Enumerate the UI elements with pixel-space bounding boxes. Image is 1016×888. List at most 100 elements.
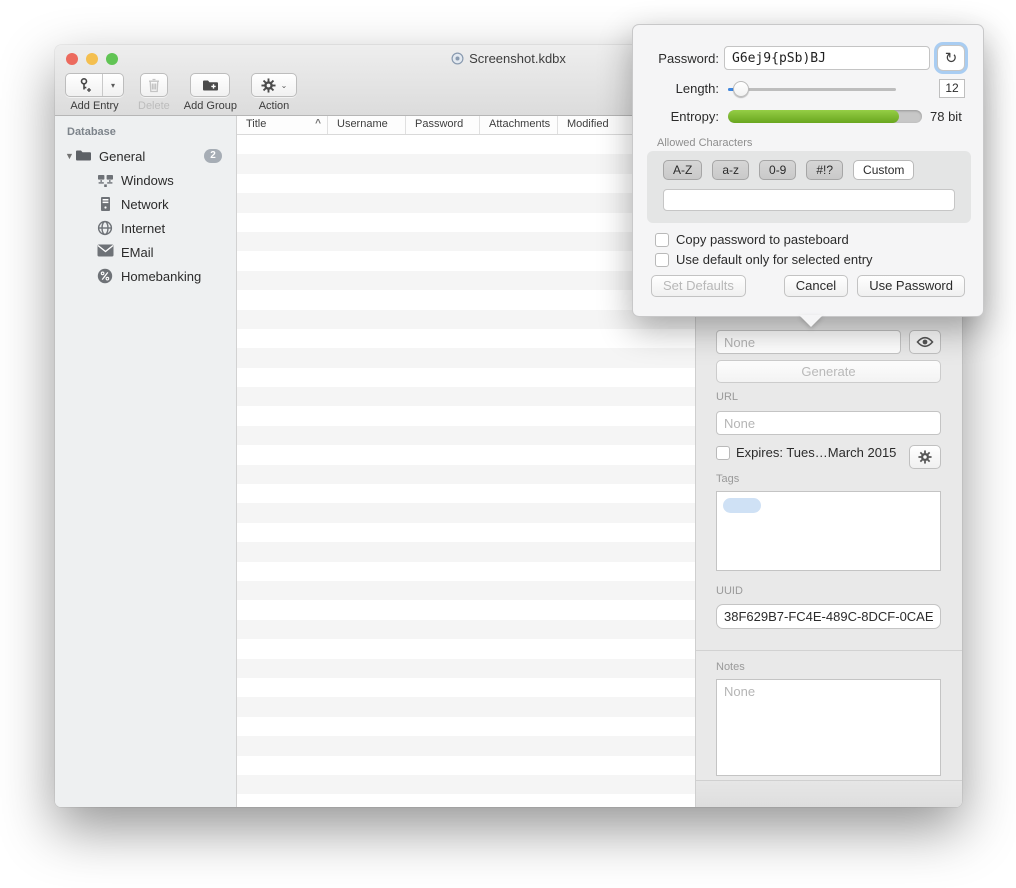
notes-field[interactable] — [716, 679, 941, 776]
table-row[interactable] — [237, 290, 695, 309]
table-row[interactable] — [237, 600, 695, 619]
sort-ascending-icon: ^ — [315, 118, 321, 129]
table-row[interactable] — [237, 484, 695, 503]
tag-token[interactable] — [723, 498, 761, 513]
sidebar-item-homebanking[interactable]: Homebanking — [55, 264, 236, 288]
windows-icon — [97, 172, 114, 189]
table-row[interactable] — [237, 775, 695, 794]
add-group-button[interactable] — [190, 73, 230, 97]
table-row[interactable] — [237, 154, 695, 173]
generate-button[interactable]: Generate — [716, 360, 941, 383]
copy-password-label: Copy password to pasteboard — [676, 232, 849, 247]
table-row[interactable] — [237, 348, 695, 367]
table-row[interactable] — [237, 523, 695, 542]
generated-password-field[interactable] — [724, 46, 930, 70]
add-entry-dropdown[interactable]: ▾ — [102, 74, 123, 96]
table-row[interactable] — [237, 387, 695, 406]
expires-settings-button[interactable] — [909, 445, 941, 469]
cancel-button[interactable]: Cancel — [784, 275, 848, 297]
regenerate-password-button[interactable]: ↻ — [937, 45, 965, 71]
table-row[interactable] — [237, 794, 695, 807]
use-default-checkbox[interactable] — [655, 253, 669, 267]
charset-symbols-button[interactable]: #!? — [806, 160, 843, 180]
sidebar-item-network[interactable]: Network — [55, 192, 236, 216]
length-slider[interactable] — [728, 81, 896, 97]
url-section-label: URL — [716, 391, 738, 403]
table-row[interactable] — [237, 406, 695, 425]
table-row[interactable] — [237, 329, 695, 348]
copy-password-checkbox[interactable] — [655, 233, 669, 247]
delete-button[interactable] — [140, 73, 168, 97]
uuid-field[interactable] — [716, 604, 941, 629]
table-row[interactable] — [237, 193, 695, 212]
table-row[interactable] — [237, 562, 695, 581]
action-button[interactable]: ⌄ — [251, 73, 297, 97]
add-group-label: Add Group — [184, 100, 237, 112]
table-row[interactable] — [237, 678, 695, 697]
eye-icon — [916, 336, 934, 348]
sidebar-header: Database — [55, 122, 236, 144]
tags-field[interactable] — [716, 491, 941, 571]
use-password-button[interactable]: Use Password — [857, 275, 965, 297]
delete-label: Delete — [138, 100, 170, 112]
url-field[interactable] — [716, 411, 941, 435]
popover-arrow — [799, 315, 823, 327]
table-row[interactable] — [237, 135, 695, 154]
sidebar-group-general[interactable]: ▼ General 2 — [55, 144, 236, 168]
charset-digits-button[interactable]: 0-9 — [759, 160, 796, 180]
table-row[interactable] — [237, 465, 695, 484]
table-row[interactable] — [237, 251, 695, 270]
column-header-password[interactable]: Password — [405, 116, 479, 134]
action-label: Action — [259, 100, 290, 112]
key-plus-icon[interactable] — [66, 74, 102, 96]
set-defaults-button[interactable]: Set Defaults — [651, 275, 746, 297]
add-entry-button[interactable]: ▾ — [65, 73, 124, 97]
globe-icon — [97, 220, 114, 237]
table-row[interactable] — [237, 717, 695, 736]
column-header-attachments[interactable]: Attachments — [479, 116, 557, 134]
table-row[interactable] — [237, 310, 695, 329]
table-row[interactable] — [237, 620, 695, 639]
percent-icon — [97, 268, 114, 285]
charset-custom-button[interactable]: Custom — [853, 160, 914, 180]
table-row[interactable] — [237, 581, 695, 600]
sidebar-item-label: EMail — [121, 245, 154, 260]
charset-uppercase-button[interactable]: A-Z — [663, 160, 702, 180]
table-row[interactable] — [237, 659, 695, 678]
sidebar-item-windows[interactable]: Windows — [55, 168, 236, 192]
sidebar-item-label: Windows — [121, 173, 174, 188]
tags-section-label: Tags — [716, 473, 739, 485]
password-field[interactable] — [716, 330, 901, 354]
table-row[interactable] — [237, 697, 695, 716]
table-row[interactable] — [237, 756, 695, 775]
use-default-row: Use default only for selected entry — [655, 252, 873, 267]
table-row[interactable] — [237, 503, 695, 522]
length-slider-knob[interactable] — [733, 81, 749, 97]
sidebar-item-internet[interactable]: Internet — [55, 216, 236, 240]
entropy-value: 78 bit — [930, 109, 962, 124]
custom-characters-field[interactable] — [663, 189, 955, 211]
sidebar-item-label: Homebanking — [121, 269, 201, 284]
table-row[interactable] — [237, 232, 695, 251]
expires-checkbox[interactable] — [716, 446, 730, 460]
column-header-title[interactable]: Title ^ — [237, 116, 327, 134]
table-row[interactable] — [237, 639, 695, 658]
table-row[interactable] — [237, 213, 695, 232]
disclosure-triangle-icon[interactable]: ▼ — [65, 151, 75, 161]
table-row[interactable] — [237, 368, 695, 387]
slider-track[interactable] — [728, 88, 896, 91]
notes-section-label: Notes — [716, 661, 745, 673]
sidebar-item-email[interactable]: EMail — [55, 240, 236, 264]
table-row[interactable] — [237, 426, 695, 445]
gear-icon — [261, 78, 276, 93]
folder-plus-icon — [202, 78, 219, 92]
table-row[interactable] — [237, 271, 695, 290]
length-value-field[interactable]: 12 — [939, 79, 965, 98]
column-header-username[interactable]: Username — [327, 116, 405, 134]
reveal-password-button[interactable] — [909, 330, 941, 354]
table-row[interactable] — [237, 736, 695, 755]
charset-lowercase-button[interactable]: a-z — [712, 160, 749, 180]
table-row[interactable] — [237, 174, 695, 193]
table-row[interactable] — [237, 445, 695, 464]
table-row[interactable] — [237, 542, 695, 561]
